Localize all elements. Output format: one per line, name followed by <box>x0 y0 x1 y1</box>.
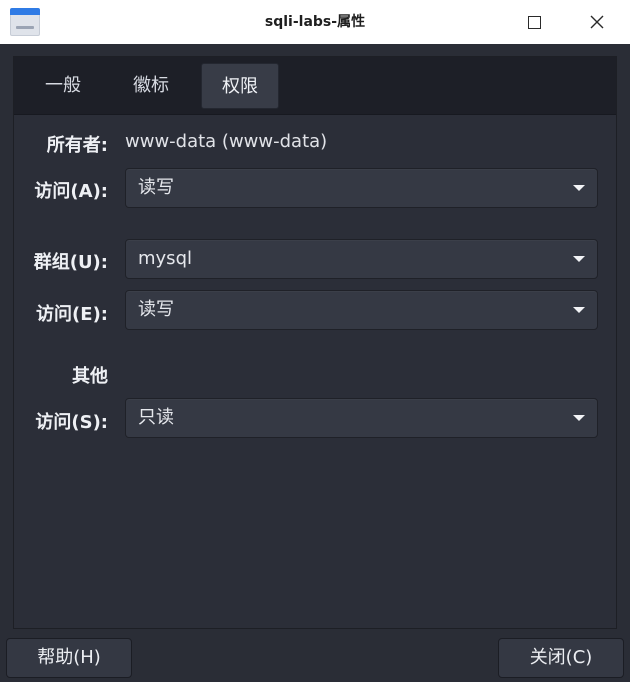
maximize-icon <box>527 15 541 29</box>
owner-value: www-data (www-data) <box>125 131 328 152</box>
group-access-value: 读写 <box>138 299 174 320</box>
tab-general[interactable]: 一般 <box>29 63 97 109</box>
other-access-dropdown[interactable]: 只读 <box>125 398 598 438</box>
other-label: 其他 <box>72 366 108 387</box>
close-window-button[interactable] <box>574 0 620 44</box>
owner-access-value: 读写 <box>138 177 174 198</box>
other-access-label: 访问(S): <box>35 412 108 433</box>
close-button[interactable]: 关闭(C) <box>498 638 624 678</box>
owner-label: 所有者: <box>46 135 108 156</box>
dropdown-arrow-icon <box>573 307 585 313</box>
help-button[interactable]: 帮助(H) <box>6 638 132 678</box>
owner-access-label: 访问(A): <box>34 181 108 202</box>
other-access-value: 只读 <box>138 407 174 428</box>
maximize-button[interactable] <box>511 0 557 44</box>
owner-access-dropdown[interactable]: 读写 <box>125 168 598 208</box>
dropdown-arrow-icon <box>573 185 585 191</box>
group-dropdown[interactable]: mysql <box>125 239 598 279</box>
group-access-label: 访问(E): <box>36 304 108 325</box>
group-label: 群组(U): <box>33 252 108 273</box>
tab-bar: 一般 徽标 权限 <box>14 57 616 115</box>
group-value: mysql <box>138 248 192 269</box>
dropdown-arrow-icon <box>573 415 585 421</box>
close-icon <box>590 15 604 29</box>
dialog-body: 一般 徽标 权限 所有者: www-data (www-data) 访问(A):… <box>0 44 630 682</box>
dropdown-arrow-icon <box>573 256 585 262</box>
tab-emblems[interactable]: 徽标 <box>117 63 185 109</box>
tab-permissions[interactable]: 权限 <box>201 63 279 109</box>
title-bar: sqli-labs-属性 <box>0 0 630 44</box>
group-access-dropdown[interactable]: 读写 <box>125 290 598 330</box>
properties-notebook: 一般 徽标 权限 所有者: www-data (www-data) 访问(A):… <box>13 56 617 629</box>
